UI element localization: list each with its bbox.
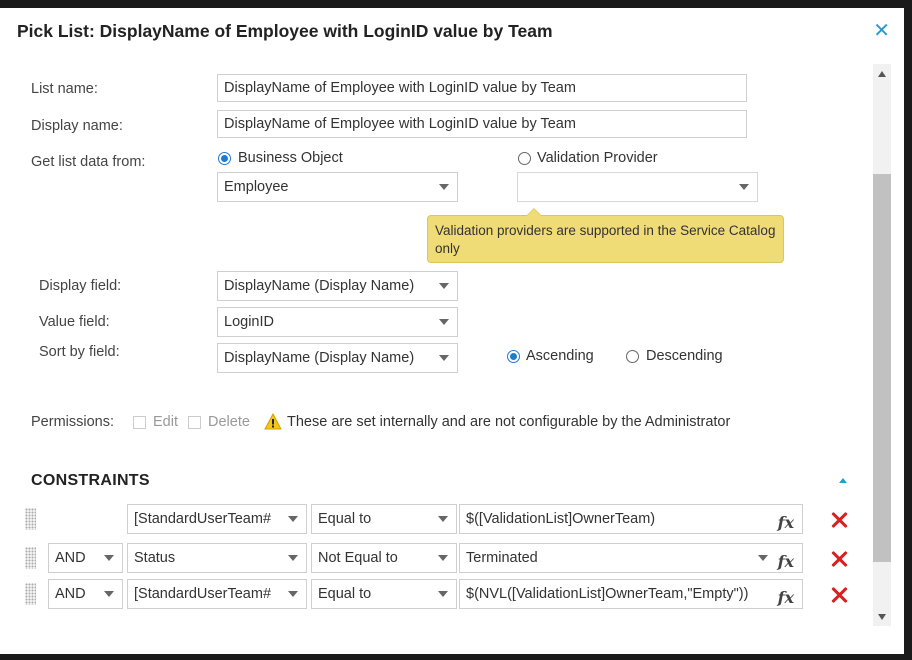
constraint-field-select[interactable]: [StandardUserTeam# [127,579,307,609]
pick-list-dialog: Pick List: DisplayName of Employee with … [0,8,904,654]
close-icon[interactable]: ✕ [873,18,890,43]
edit-label: Edit [153,414,178,430]
validation-provider-select[interactable] [517,172,758,202]
collapse-icon[interactable] [839,478,847,483]
fx-icon[interactable]: fx [778,509,794,533]
delete-icon[interactable] [830,550,848,568]
sort-by-field-value: DisplayName (Display Name) [224,350,415,366]
validation-provider-tooltip: Validation providers are supported in th… [427,208,784,263]
chevron-down-icon [438,516,448,522]
warning-icon [264,413,282,430]
fx-icon[interactable]: fx [778,548,794,572]
list-name-label: List name: [31,81,98,97]
constraint-value-text: $(NVL([ValidationList]OwnerTeam,"Empty")… [466,586,749,602]
constraint-conjunction-select[interactable]: AND [48,579,123,609]
constraint-field-value: Status [134,550,176,566]
value-field-select[interactable]: LoginID [217,307,458,337]
chevron-down-icon [439,319,449,325]
drag-handle-icon[interactable] [25,547,36,569]
delete-icon[interactable] [830,511,848,529]
descending-radio[interactable] [626,350,639,363]
validation-provider-label: Validation Provider [537,150,658,166]
drag-handle-icon[interactable] [25,583,36,605]
ascending-label: Ascending [526,348,594,364]
chevron-down-icon [439,283,449,289]
chevron-down-icon [739,184,749,190]
display-field-value: DisplayName (Display Name) [224,278,415,294]
business-object-label: Business Object [238,150,343,166]
display-field-select[interactable]: DisplayName (Display Name) [217,271,458,301]
sort-by-field-select[interactable]: DisplayName (Display Name) [217,343,458,373]
constraint-conjunction-value: AND [55,586,86,602]
chevron-down-icon [438,591,448,597]
list-name-input[interactable]: DisplayName of Employee with LoginID val… [217,74,747,102]
constraint-value-select[interactable]: Terminated fx [459,543,803,573]
display-field-label: Display field: [39,278,122,294]
constraint-value-input[interactable]: $([ValidationList]OwnerTeam) fx [459,504,803,534]
sort-by-field-label: Sort by field: [39,344,120,360]
constraint-field-value: [StandardUserTeam# [134,586,272,602]
business-object-radio[interactable] [218,152,231,165]
descending-label: Descending [646,348,723,364]
chevron-down-icon [104,591,114,597]
constraint-value-text: Terminated [466,550,538,566]
constraint-value-input[interactable]: $(NVL([ValidationList]OwnerTeam,"Empty")… [459,579,803,609]
fx-icon[interactable]: fx [778,584,794,608]
chevron-down-icon [438,555,448,561]
scrollbar-thumb[interactable] [873,174,891,562]
chevron-down-icon [288,516,298,522]
display-name-label: Display name: [31,118,123,134]
business-object-value: Employee [224,179,289,195]
value-field-label: Value field: [39,314,110,330]
constraint-field-select[interactable]: Status [127,543,307,573]
constraint-operator-value: Equal to [318,586,372,602]
constraint-operator-select[interactable]: Equal to [311,504,457,534]
dialog-titlebar: Pick List: DisplayName of Employee with … [0,8,904,58]
dialog-title: Pick List: DisplayName of Employee with … [17,21,553,41]
business-object-select[interactable]: Employee [217,172,458,202]
edit-checkbox[interactable] [133,416,146,429]
permissions-note: These are set internally and are not con… [287,414,731,430]
constraints-title: CONSTRAINTS [31,472,150,489]
scroll-up-icon[interactable] [878,71,886,77]
constraint-field-select[interactable]: [StandardUserTeam# [127,504,307,534]
delete-label: Delete [208,414,250,430]
chevron-down-icon [439,184,449,190]
constraint-conjunction-value: AND [55,550,86,566]
constraint-field-value: [StandardUserTeam# [134,511,272,527]
chevron-down-icon [758,555,768,561]
chevron-down-icon [288,555,298,561]
constraint-operator-select[interactable]: Equal to [311,579,457,609]
constraint-value-text: $([ValidationList]OwnerTeam) [466,511,656,527]
validation-provider-radio[interactable] [518,152,531,165]
constraint-operator-value: Equal to [318,511,372,527]
chevron-down-icon [439,355,449,361]
delete-checkbox[interactable] [188,416,201,429]
drag-handle-icon[interactable] [25,508,36,530]
ascending-radio[interactable] [507,350,520,363]
permissions-label: Permissions: [31,414,114,430]
constraint-operator-value: Not Equal to [318,550,398,566]
constraint-conjunction-select[interactable]: AND [48,543,123,573]
get-list-data-label: Get list data from: [31,154,146,170]
delete-icon[interactable] [830,586,848,604]
constraint-operator-select[interactable]: Not Equal to [311,543,457,573]
scroll-down-icon[interactable] [878,614,886,620]
display-name-input[interactable]: DisplayName of Employee with LoginID val… [217,110,747,138]
chevron-down-icon [104,555,114,561]
value-field-value: LoginID [224,314,274,330]
chevron-down-icon [288,591,298,597]
